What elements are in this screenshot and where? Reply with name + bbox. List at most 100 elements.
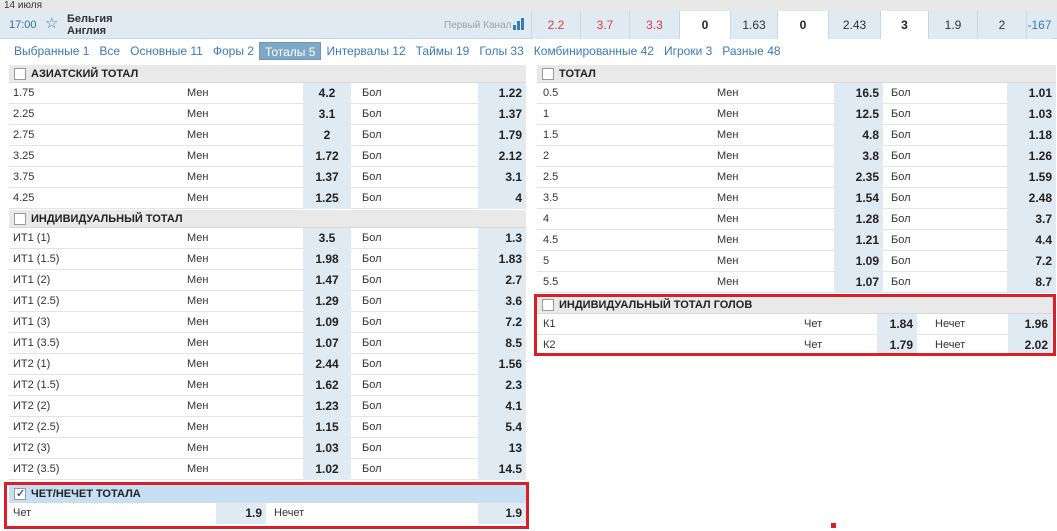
outcome-label: Бол (891, 255, 911, 267)
odd-button[interactable]: 2.44 (303, 354, 351, 375)
group-header-individual-total[interactable]: ИНДИВИДУАЛЬНЫЙ ТОТАЛ (9, 210, 526, 228)
odd-button[interactable]: 13 (478, 438, 526, 459)
tab-1[interactable]: Все (94, 42, 125, 60)
odd-button[interactable]: 3.5 (303, 228, 351, 249)
odd-button[interactable]: 1.07 (834, 272, 883, 293)
match-odd-cell[interactable]: -167 (1026, 11, 1052, 39)
checkbox-asian-total[interactable] (14, 67, 26, 80)
tab-6[interactable]: Таймы 19 (411, 42, 475, 60)
tab-9[interactable]: Игроки 3 (659, 42, 717, 60)
odd-button[interactable]: 2.12 (478, 146, 526, 167)
tab-0[interactable]: Выбранные 1 (9, 42, 94, 60)
odd-button[interactable]: 7.2 (1007, 251, 1056, 272)
odd-button[interactable]: 3.1 (303, 104, 351, 125)
odd-button[interactable]: 1.47 (303, 270, 351, 291)
odd-button[interactable]: 1.01 (1007, 83, 1056, 104)
match-odd-cell[interactable]: 1.9 (928, 11, 977, 39)
odd-button[interactable]: 1.28 (834, 209, 883, 230)
tab-10[interactable]: Разные 48 (717, 42, 785, 60)
match-odd-cell[interactable]: 3.3 (629, 11, 679, 39)
outcome-label: Мен (187, 274, 209, 286)
odd-button[interactable]: 2.35 (834, 167, 883, 188)
odd-button[interactable]: 1.25 (303, 188, 351, 209)
odd-button[interactable]: 3.8 (834, 146, 883, 167)
tab-7[interactable]: Голы 33 (474, 42, 528, 60)
odd-button[interactable]: 1.79 (478, 125, 526, 146)
group-header-total[interactable]: ТОТАЛ (537, 65, 1056, 83)
odd-button[interactable]: 2.7 (478, 270, 526, 291)
favorite-star-icon[interactable]: ☆ (45, 16, 58, 32)
team-away[interactable]: Англия (67, 25, 106, 37)
statistics-chart-icon[interactable] (513, 18, 526, 30)
row-name: ИТ2 (2) (13, 400, 51, 412)
odd-button[interactable]: 1.83 (478, 249, 526, 270)
odd-button[interactable]: 1.54 (834, 188, 883, 209)
odd-button[interactable]: 1.26 (1007, 146, 1056, 167)
odd-button[interactable]: 1.23 (303, 396, 351, 417)
odd-button[interactable]: 1.56 (478, 354, 526, 375)
outcome-label: Бол (362, 192, 382, 204)
odd-button[interactable]: 3.6 (478, 291, 526, 312)
table-row: 2.25 Мен 3.1 Бол 1.37 (9, 104, 526, 125)
odd-button[interactable]: 2 (303, 125, 351, 146)
odd-button[interactable]: 1.59 (1007, 167, 1056, 188)
odd-button[interactable]: 1.29 (303, 291, 351, 312)
outcome-label: Мен (717, 87, 739, 99)
odd-button[interactable]: 4.2 (303, 83, 351, 104)
tab-5[interactable]: Интервалы 12 (321, 42, 410, 60)
odd-button[interactable]: 7.2 (478, 312, 526, 333)
odd-button[interactable]: 1.03 (303, 438, 351, 459)
odd-button[interactable]: 1.21 (834, 230, 883, 251)
group-header-asian-total[interactable]: АЗИАТСКИЙ ТОТАЛ (9, 65, 526, 83)
odd-button[interactable]: 1.02 (303, 459, 351, 480)
table-row: ИТ2 (2.5) Мен 1.15 Бол 5.4 (9, 417, 526, 438)
tab-2[interactable]: Основные 11 (125, 42, 208, 60)
odd-button[interactable]: 1.37 (478, 104, 526, 125)
match-odd-cell[interactable]: 2.2 (531, 11, 580, 39)
odd-button[interactable]: 3.7 (1007, 209, 1056, 230)
tab-4[interactable]: Тоталы 5 (258, 42, 322, 60)
odd-button[interactable]: 1.18 (1007, 125, 1056, 146)
odd-button[interactable]: 2.48 (1007, 188, 1056, 209)
odd-button[interactable]: 8.7 (1007, 272, 1056, 293)
match-odd-cell[interactable]: 1.63 (730, 11, 777, 39)
match-odd-cell[interactable]: 0 (777, 11, 828, 39)
odd-button[interactable]: 1.98 (303, 249, 351, 270)
tab-3[interactable]: Форы 2 (208, 42, 259, 60)
odd-button[interactable]: 4.4 (1007, 230, 1056, 251)
table-row: 4.25 Мен 1.25 Бол 4 (9, 188, 526, 209)
odd-button[interactable]: 5.4 (478, 417, 526, 438)
tab-8[interactable]: Комбинированные 42 (529, 42, 659, 60)
odd-button[interactable]: 8.5 (478, 333, 526, 354)
match-odd-cell[interactable]: 3.7 (580, 11, 629, 39)
odd-button[interactable]: 4.1 (478, 396, 526, 417)
match-odd-cell[interactable]: 2.43 (828, 11, 880, 39)
match-odd-cell[interactable]: 0 (679, 11, 730, 39)
odd-button[interactable]: 1.07 (303, 333, 351, 354)
odd-button[interactable]: 1.62 (303, 375, 351, 396)
outcome-label: Мен (717, 150, 739, 162)
odd-button[interactable]: 2.3 (478, 375, 526, 396)
match-odd-cell[interactable]: 2 (977, 11, 1026, 39)
odd-button[interactable]: 1.37 (303, 167, 351, 188)
match-row[interactable]: 17:00 ☆ Бельгия Англия Первый Канал 2.2 3… (0, 11, 1057, 39)
row-name: 1.5 (543, 129, 559, 141)
odd-button[interactable]: 1.09 (303, 312, 351, 333)
odd-button[interactable]: 14.5 (478, 459, 526, 480)
checkbox-individual-total[interactable] (14, 212, 26, 225)
odd-button[interactable]: 1.22 (478, 83, 526, 104)
match-odd-cell[interactable]: 3 (880, 11, 928, 39)
odd-button[interactable]: 4 (478, 188, 526, 209)
outcome-label: Мен (187, 400, 209, 412)
odd-button[interactable]: 1.03 (1007, 104, 1056, 125)
odd-button[interactable]: 1.15 (303, 417, 351, 438)
team-home[interactable]: Бельгия (67, 13, 113, 25)
odd-button[interactable]: 1.3 (478, 228, 526, 249)
checkbox-total[interactable] (542, 67, 554, 80)
odd-button[interactable]: 16.5 (834, 83, 883, 104)
odd-button[interactable]: 4.8 (834, 125, 883, 146)
odd-button[interactable]: 1.72 (303, 146, 351, 167)
odd-button[interactable]: 3.1 (478, 167, 526, 188)
odd-button[interactable]: 1.09 (834, 251, 883, 272)
odd-button[interactable]: 12.5 (834, 104, 883, 125)
